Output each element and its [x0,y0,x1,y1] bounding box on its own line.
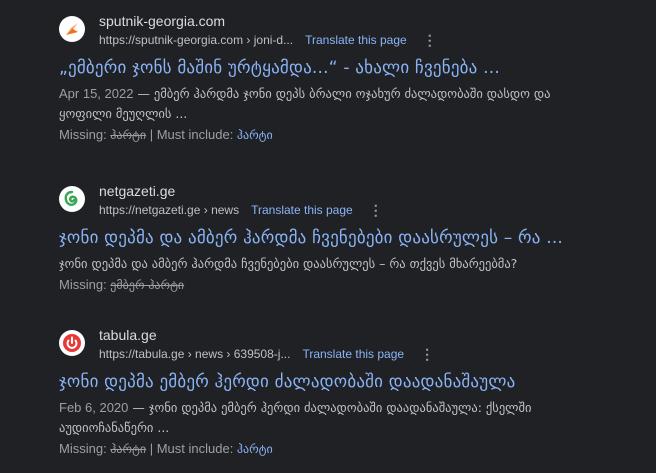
missing-terms: Missing: ემბერ ჰარტი [59,275,649,295]
site-name: sputnik-georgia.com [99,13,226,29]
more-options-icon[interactable]: ⋮ [423,33,437,47]
result-source[interactable]: tabula.ge https://tabula.ge › news › 639… [59,326,649,366]
result-date: Apr 15, 2022 [59,86,134,101]
separator: | [146,441,157,456]
result-snippet: Apr 15, 2022 — ემბერ ჰარდმა ჯონი დეპს ბრ… [59,84,604,124]
snippet-text: ჯონი დეპმა და ამბერ ჰარდმა ჩვენებები დაა… [59,256,518,271]
missing-label: Missing: [59,127,111,142]
sputnik-icon [59,16,85,42]
must-include-label: Must include: [156,441,237,456]
missing-label: Missing: [59,277,111,292]
search-result: tabula.ge https://tabula.ge › news › 639… [59,326,649,459]
translate-link[interactable]: Translate this page [302,348,404,360]
translate-link[interactable]: Translate this page [251,204,353,216]
result-source[interactable]: netgazeti.ge https://netgazeti.ge › news… [59,182,649,222]
snippet-text: — ემბერ ჰარდმა ჯონი დეპს ბრალი ოჯახურ ძა… [59,86,551,121]
missing-terms: Missing: ჰარტი | Must include: ჰარტი [59,439,649,459]
missing-word: ჰარტი [110,128,147,142]
netgazeti-icon [59,186,85,212]
result-snippet: Feb 6, 2020 — ჯონი დეპმა ემბერ ჰერდი ძალ… [59,398,604,438]
tabula-power-icon [59,330,85,356]
translate-link[interactable]: Translate this page [305,34,407,46]
must-include-link[interactable]: ჰარტი [237,442,273,456]
missing-label: Missing: [59,441,111,456]
missing-terms: Missing: ჰარტი | Must include: ჰარტი [59,125,649,145]
result-source[interactable]: sputnik-georgia.com https://sputnik-geor… [59,12,649,52]
result-snippet: ჯონი დეპმა და ამბერ ჰარდმა ჩვენებები დაა… [59,254,604,274]
result-url: https://netgazeti.ge › news [99,203,240,217]
site-name: netgazeti.ge [99,183,176,199]
more-options-icon[interactable]: ⋮ [369,203,383,217]
result-title-link[interactable]: „ემბერი ჯონს მაშინ ურტყამდა...“ - ახალი … [59,58,649,78]
result-url: https://tabula.ge › news › 639508-j... [99,347,291,361]
result-title-link[interactable]: ჯონი დეპმა და ამბერ ჰარდმა ჩვენებები დაა… [59,228,649,248]
missing-word: ჰარტი [110,442,147,456]
missing-words: ემბერ ჰარტი [110,278,185,292]
snippet-text: — ჯონი დეპმა ემბერ ჰერდი ძალადობაში დაად… [59,400,532,435]
result-url: https://sputnik-georgia.com › joni-d... [99,33,294,47]
site-name: tabula.ge [99,327,157,343]
must-include-link[interactable]: ჰარტი [237,128,273,142]
must-include-label: Must include: [156,127,237,142]
separator: | [146,127,157,142]
more-options-icon[interactable]: ⋮ [420,347,434,361]
search-result: netgazeti.ge https://netgazeti.ge › news… [59,182,649,295]
search-result: sputnik-georgia.com https://sputnik-geor… [59,12,649,145]
result-title-link[interactable]: ჯონი დეპმა ემბერ ჰერდი ძალადობაში დაადან… [59,372,649,392]
result-date: Feb 6, 2020 [59,400,129,415]
